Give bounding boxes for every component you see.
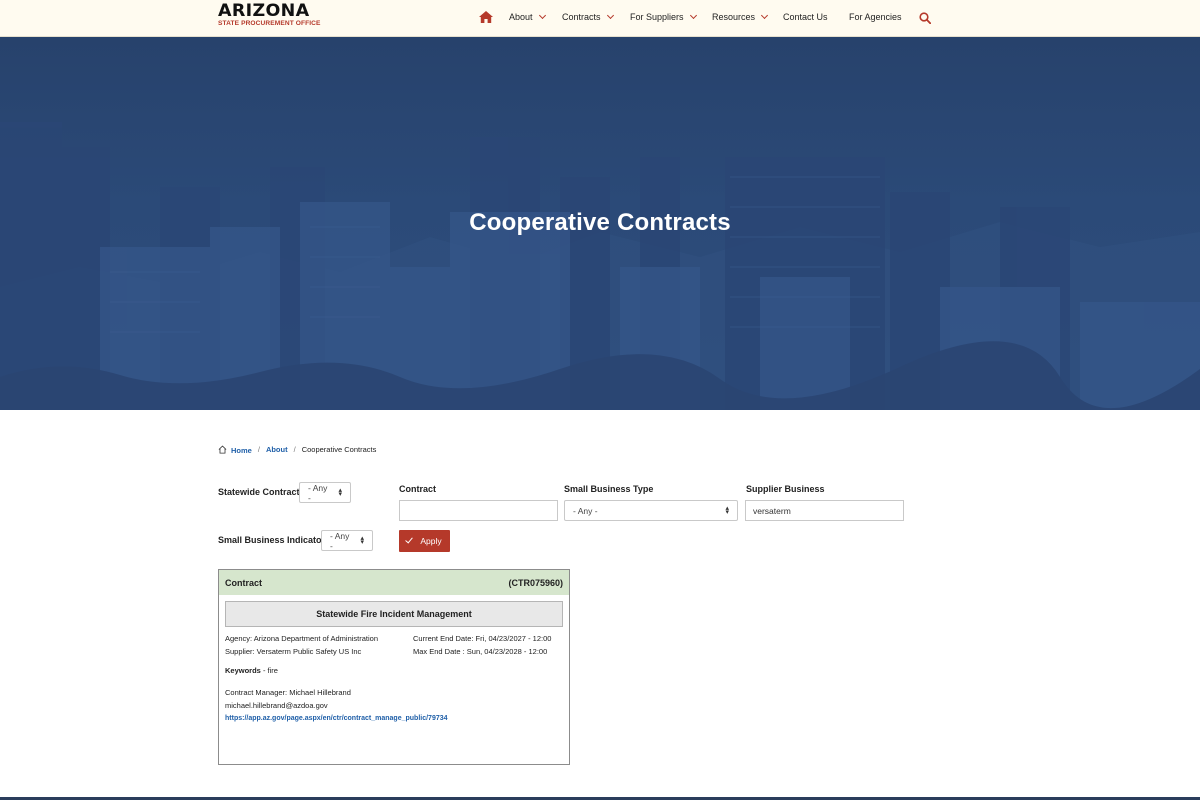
keywords-label: Keywords xyxy=(225,666,261,675)
logo-subtitle: STATE PROCUREMENT OFFICE xyxy=(218,20,321,27)
statewide-contract-label: Statewide Contract xyxy=(218,487,300,497)
small-business-type-label: Small Business Type xyxy=(564,484,654,494)
site-logo[interactable]: ARIZONA STATE PROCUREMENT OFFICE xyxy=(218,2,328,27)
page-title: Cooperative Contracts xyxy=(469,209,731,236)
card-header-label: Contract xyxy=(225,577,263,588)
small-business-type-value: - Any - xyxy=(573,505,598,516)
search-icon[interactable] xyxy=(919,12,931,24)
breadcrumb-separator: / xyxy=(257,445,260,454)
nav-for-suppliers-label: For Suppliers xyxy=(630,12,684,22)
site-header: ARIZONA STATE PROCUREMENT OFFICE About C… xyxy=(0,0,1200,37)
breadcrumb-separator: / xyxy=(293,445,296,454)
nav-for-suppliers[interactable]: For Suppliers xyxy=(630,11,697,22)
chevron-down-icon xyxy=(760,11,769,20)
max-end-date: Max End Date : Sun, 04/23/2028 - 12:00 xyxy=(413,647,548,656)
apply-button-label: Apply xyxy=(420,536,442,546)
nav-about-label: About xyxy=(509,12,533,22)
card-header: Contract (CTR075960) xyxy=(219,570,569,595)
select-arrows-icon: ▴ ▾ xyxy=(338,486,342,498)
breadcrumb-home-link[interactable]: Home xyxy=(231,446,252,455)
home-icon[interactable] xyxy=(478,10,494,24)
nav-contact-us[interactable]: Contact Us xyxy=(783,12,828,22)
nav-about[interactable]: About xyxy=(509,11,546,22)
keywords-row: Keywords - fire xyxy=(225,666,278,675)
contract-title[interactable]: Statewide Fire Incident Management xyxy=(225,601,563,627)
breadcrumb-current: Cooperative Contracts xyxy=(301,445,377,454)
breadcrumb: Home / About / Cooperative Contracts xyxy=(218,445,377,455)
supplier-text: Supplier: Versaterm Public Safety US Inc xyxy=(225,647,362,656)
select-arrows-icon: ▴ ▾ xyxy=(360,534,364,546)
contract-id: (CTR075960) xyxy=(508,577,563,588)
supplier-business-input[interactable]: versaterm xyxy=(745,500,904,521)
small-business-indicator-label: Small Business Indicator xyxy=(218,535,326,545)
select-arrows-icon: ▴ ▾ xyxy=(725,504,729,516)
manager-email: michael.hillebrand@azdoa.gov xyxy=(225,701,328,710)
agency-text: Agency: Arizona Department of Administra… xyxy=(225,634,378,643)
statewide-contract-select[interactable]: - Any - ▴ ▾ xyxy=(299,482,351,503)
chevron-down-icon xyxy=(689,11,697,20)
nav-contracts[interactable]: Contracts xyxy=(562,11,614,22)
contract-title-text: Statewide Fire Incident Management xyxy=(316,609,472,619)
chevron-down-icon xyxy=(606,11,614,20)
small-business-indicator-value: - Any - xyxy=(330,530,350,551)
nav-for-agencies-label: For Agencies xyxy=(849,12,902,22)
keywords-value: - fire xyxy=(260,666,278,675)
small-business-indicator-select[interactable]: - Any - ▴ ▾ xyxy=(321,530,373,551)
nav-contact-us-label: Contact Us xyxy=(783,12,828,22)
contract-manager: Contract Manager: Michael Hillebrand xyxy=(225,688,351,697)
contract-input[interactable] xyxy=(399,500,558,521)
nav-contracts-label: Contracts xyxy=(562,12,601,22)
supplier-business-label: Supplier Business xyxy=(746,484,825,494)
chevron-down-icon xyxy=(538,11,546,20)
home-outline-icon xyxy=(218,445,227,454)
apply-button[interactable]: Apply xyxy=(399,530,450,552)
contract-result-card: Contract (CTR075960) Statewide Fire Inci… xyxy=(218,569,570,765)
small-business-type-select[interactable]: - Any - ▴ ▾ xyxy=(564,500,738,521)
current-end-date: Current End Date: Fri, 04/23/2027 - 12:0… xyxy=(413,634,552,643)
logo-title: ARIZONA xyxy=(218,1,310,20)
check-icon xyxy=(405,535,414,543)
nav-resources-label: Resources xyxy=(712,12,756,22)
breadcrumb-about-link[interactable]: About xyxy=(266,445,288,454)
nav-for-agencies[interactable]: For Agencies xyxy=(849,12,902,22)
hero-banner: Cooperative Contracts xyxy=(0,37,1200,410)
statewide-contract-value: - Any - xyxy=(308,482,328,503)
contract-link[interactable]: https://app.az.gov/page.aspx/en/ctr/cont… xyxy=(225,715,448,722)
nav-resources[interactable]: Resources xyxy=(712,11,769,22)
contract-label: Contract xyxy=(399,484,437,494)
